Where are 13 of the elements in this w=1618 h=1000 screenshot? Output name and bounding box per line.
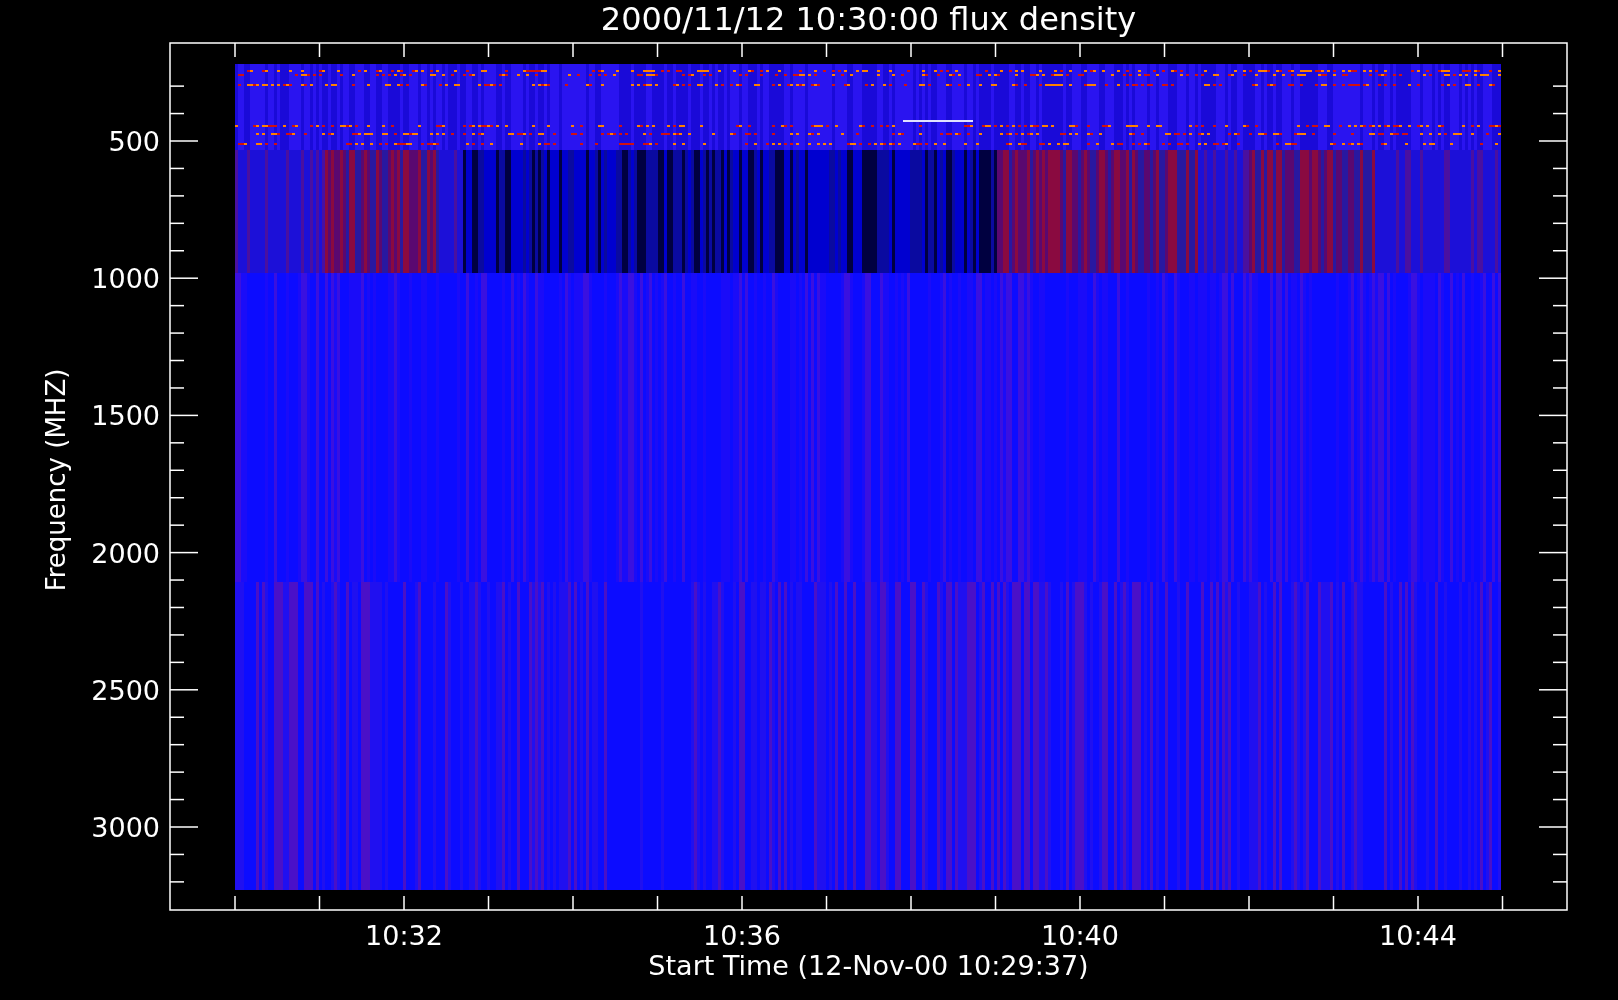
y-axis-label: Frequency (MHZ)	[41, 368, 71, 592]
x-tick-label: 10:40	[1041, 920, 1119, 951]
y-tick-label: 500	[108, 126, 160, 157]
y-tick-label: 3000	[91, 812, 160, 843]
y-tick-label: 2000	[91, 537, 160, 569]
x-tick-label: 10:32	[365, 920, 443, 951]
y-tick-label: 1000	[91, 263, 160, 295]
y-tick-label: 1500	[91, 400, 160, 432]
x-axis-label: Start Time (12-Nov-00 10:29:37)	[648, 950, 1089, 981]
x-tick-label: 10:36	[703, 920, 781, 951]
plot-title: 2000/11/12 10:30:00 flux density	[600, 0, 1137, 38]
y-tick-label: 2500	[91, 674, 160, 706]
x-tick-label: 10:44	[1379, 920, 1457, 951]
